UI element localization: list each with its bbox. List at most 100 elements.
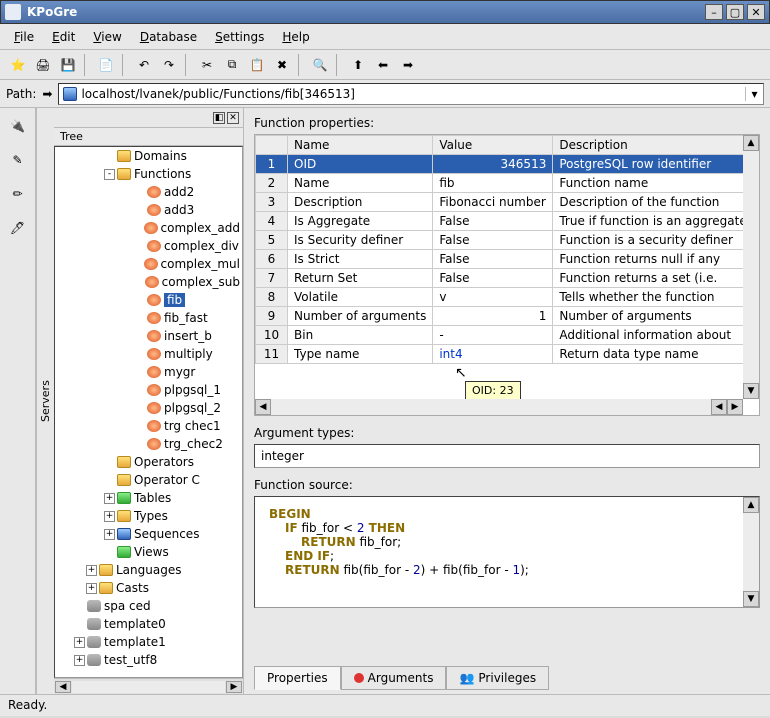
tree-detach-button[interactable]: ◧ — [213, 112, 225, 124]
menu-file[interactable]: File — [6, 27, 42, 47]
table-row[interactable]: 11Type nameint4Return data type name — [256, 345, 759, 364]
scroll-up-icon[interactable]: ▲ — [743, 497, 759, 513]
expander-icon[interactable]: + — [86, 583, 97, 594]
expander-icon[interactable]: + — [104, 511, 115, 522]
menu-edit[interactable]: Edit — [44, 27, 83, 47]
properties-hscroll[interactable]: ◀ ◀ ▶ — [255, 399, 743, 415]
bookmark-button[interactable]: ⭐ — [6, 53, 30, 77]
col-desc[interactable]: Description — [553, 136, 759, 155]
expander-icon[interactable]: + — [74, 637, 85, 648]
tree-item[interactable]: fib — [55, 291, 242, 309]
nav-forward-button[interactable]: ➡ — [396, 53, 420, 77]
tree-item[interactable]: mygr — [55, 363, 242, 381]
tree-item[interactable]: add2 — [55, 183, 242, 201]
redo-button[interactable]: ↷ — [157, 53, 181, 77]
paste-button[interactable]: 📋 — [245, 53, 269, 77]
close-button[interactable]: ✕ — [747, 4, 765, 20]
scroll-right-icon[interactable]: ▶ — [727, 399, 743, 415]
tree-item[interactable]: trg_chec2 — [55, 435, 242, 453]
expander-icon[interactable]: + — [86, 565, 97, 576]
tab-arguments[interactable]: Arguments — [341, 666, 447, 690]
source-editor[interactable]: BEGIN IF fib_for < 2 THEN RETURN fib_for… — [254, 496, 760, 608]
menu-database[interactable]: Database — [132, 27, 205, 47]
tree-item[interactable]: +test_utf8 — [55, 651, 242, 669]
nav-up-button[interactable]: ⬆ — [346, 53, 370, 77]
table-row[interactable]: 3DescriptionFibonacci numberDescription … — [256, 193, 759, 212]
table-row[interactable]: 1OID346513PostgreSQL row identifier — [256, 155, 759, 174]
expander-icon[interactable]: + — [104, 493, 115, 504]
undo-button[interactable]: ↶ — [132, 53, 156, 77]
plug-icon[interactable]: 🔌 — [6, 114, 30, 138]
scroll-down-icon[interactable]: ▼ — [743, 383, 759, 399]
menu-settings[interactable]: Settings — [207, 27, 272, 47]
scroll-left-icon[interactable]: ◀ — [55, 681, 71, 693]
delete-button[interactable]: ✖ — [270, 53, 294, 77]
col-value[interactable]: Value — [433, 136, 553, 155]
expander-icon[interactable]: + — [104, 529, 115, 540]
properties-vscroll[interactable]: ▲ ▼ — [743, 135, 759, 399]
pen-icon[interactable]: 🖊 — [6, 216, 30, 240]
expander-icon[interactable]: + — [74, 655, 85, 666]
tree-item[interactable]: complex_add — [55, 219, 242, 237]
tree-item[interactable]: complex_mul — [55, 255, 242, 273]
table-row[interactable]: 2NamefibFunction name — [256, 174, 759, 193]
menu-view[interactable]: View — [85, 27, 129, 47]
value-cell[interactable]: int4 — [433, 345, 553, 364]
scroll-up-icon[interactable]: ▲ — [743, 135, 759, 151]
tree-item[interactable]: template0 — [55, 615, 242, 633]
wand2-icon[interactable]: ✎ — [6, 148, 30, 172]
search-button[interactable]: 🔍 — [308, 53, 332, 77]
copy2-button[interactable]: ⧉ — [220, 53, 244, 77]
tree-item[interactable]: +Casts — [55, 579, 242, 597]
tree-item[interactable]: plpgsql_2 — [55, 399, 242, 417]
scroll-right2-icon[interactable]: ◀ — [711, 399, 727, 415]
source-vscroll[interactable]: ▲ ▼ — [743, 497, 759, 607]
tree-item[interactable]: +Sequences — [55, 525, 242, 543]
print-button[interactable]: 🖨 — [31, 53, 55, 77]
tree-item[interactable]: +Languages — [55, 561, 242, 579]
table-row[interactable]: 9Number of arguments1Number of arguments — [256, 307, 759, 326]
tab-properties[interactable]: Properties — [254, 666, 341, 690]
cut-button[interactable]: ✂ — [195, 53, 219, 77]
tree-item[interactable]: complex_div — [55, 237, 242, 255]
tree-item[interactable]: fib_fast — [55, 309, 242, 327]
table-row[interactable]: 4Is AggregateFalseTrue if function is an… — [256, 212, 759, 231]
table-row[interactable]: 10Bin-Additional information about — [256, 326, 759, 345]
minimize-button[interactable]: – — [705, 4, 723, 20]
tree-item[interactable]: add3 — [55, 201, 242, 219]
properties-table[interactable]: Name Value Description 1OID346513Postgre… — [255, 135, 759, 364]
tree-item[interactable]: Operators — [55, 453, 242, 471]
save-button[interactable]: 💾 — [56, 53, 80, 77]
tree-item[interactable]: Operator C — [55, 471, 242, 489]
tree-item[interactable]: -Functions — [55, 165, 242, 183]
col-name[interactable]: Name — [288, 136, 433, 155]
scroll-right-icon[interactable]: ▶ — [226, 681, 242, 693]
menu-help[interactable]: Help — [274, 27, 317, 47]
scroll-down-icon[interactable]: ▼ — [743, 591, 759, 607]
table-row[interactable]: 5Is Security definerFalseFunction is a s… — [256, 231, 759, 250]
table-row[interactable]: 6Is StrictFalseFunction returns null if … — [256, 250, 759, 269]
scroll-left-icon[interactable]: ◀ — [255, 399, 271, 415]
table-row[interactable]: 8VolatilevTells whether the function — [256, 288, 759, 307]
tree-item[interactable]: Domains — [55, 147, 242, 165]
tab-privileges[interactable]: 👥Privileges — [446, 666, 549, 690]
tree-item[interactable]: insert_b — [55, 327, 242, 345]
tree-hscroll[interactable]: ◀ ▶ — [54, 678, 243, 694]
tree-item[interactable]: +Types — [55, 507, 242, 525]
tree-item[interactable]: Views — [55, 543, 242, 561]
servers-tab[interactable]: Servers — [36, 108, 54, 694]
tree-item[interactable]: plpgsql_1 — [55, 381, 242, 399]
maximize-button[interactable]: ▢ — [726, 4, 744, 20]
tree-item[interactable]: multiply — [55, 345, 242, 363]
object-tree[interactable]: Domains-Functionsadd2add3complex_addcomp… — [54, 146, 243, 678]
tree-item[interactable]: complex_sub — [55, 273, 242, 291]
tree-item[interactable]: +template1 — [55, 633, 242, 651]
expander-icon[interactable]: - — [104, 169, 115, 180]
argtypes-value[interactable]: integer — [254, 444, 760, 468]
path-combo[interactable]: localhost/lvanek/public/Functions/fib[34… — [58, 83, 764, 105]
tree-item[interactable]: +Tables — [55, 489, 242, 507]
tree-close-button[interactable]: ✕ — [227, 112, 239, 124]
tree-item[interactable]: trg chec1 — [55, 417, 242, 435]
wand-icon[interactable]: ✏ — [6, 182, 30, 206]
nav-back-button[interactable]: ⬅ — [371, 53, 395, 77]
